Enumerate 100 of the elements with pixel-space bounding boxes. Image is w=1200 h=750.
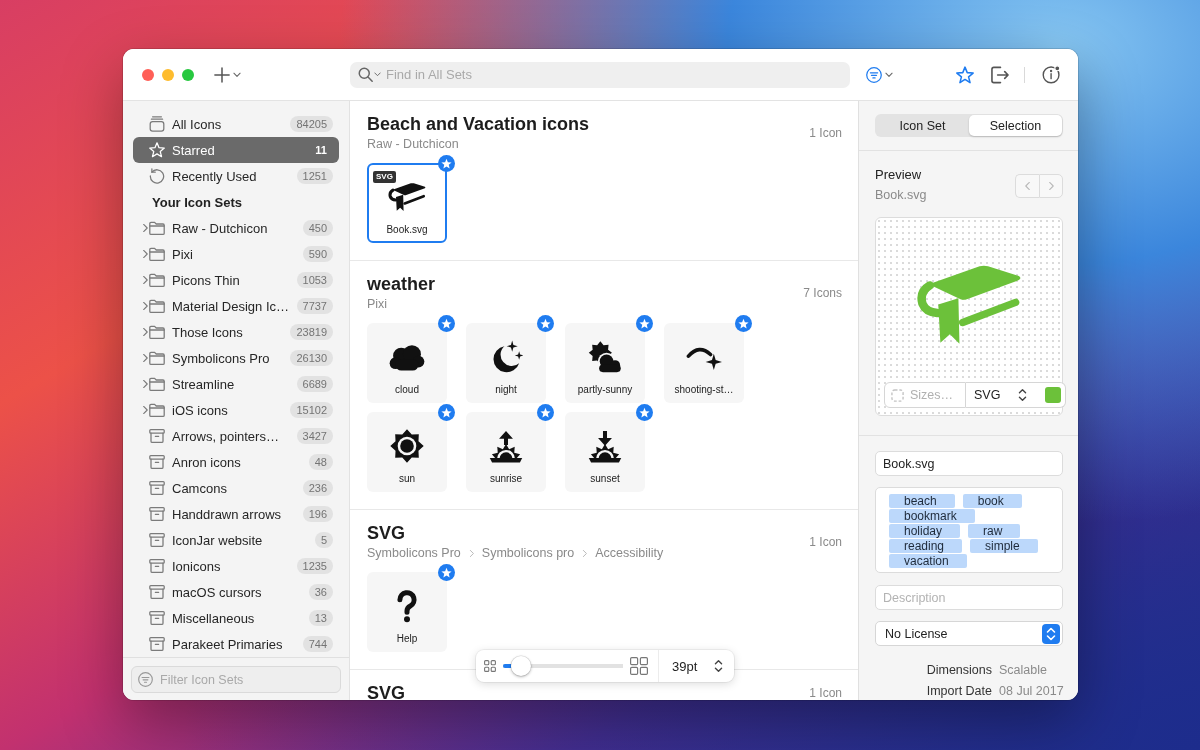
item-count: 6689 [296, 376, 333, 392]
history-icon [149, 168, 165, 184]
section-heading: Your Icon Sets [151, 193, 244, 212]
sidebar-item[interactable]: Recently Used 1251 [133, 163, 339, 189]
icon-count: 1 Icon [809, 686, 842, 700]
info-button[interactable] [1042, 65, 1061, 84]
sidebar-item[interactable]: Arrows, pointers… 3427 [133, 423, 339, 449]
description-field[interactable]: Description [875, 585, 1063, 610]
icon-tile[interactable]: cloud [367, 323, 447, 403]
chevron-right-icon [141, 406, 149, 414]
info-label: Import Date [925, 683, 992, 699]
tag: beach [889, 494, 955, 508]
stepper-icon [714, 659, 724, 673]
archive-box-icon [149, 454, 165, 470]
icon-tile[interactable]: shooting-st… [664, 323, 744, 403]
name-field[interactable]: Book.svg [875, 451, 1063, 476]
section-title: SVG [367, 682, 405, 700]
filter-button[interactable] [866, 66, 893, 83]
sidebar-item[interactable]: Material Design Ic… 7737 [133, 293, 339, 319]
icon-tile[interactable]: partly-sunny [565, 323, 645, 403]
filter-field[interactable]: Filter Icon Sets [131, 666, 341, 693]
chevron-right-icon [141, 276, 149, 284]
sidebar-item[interactable]: Streamline 6689 [133, 371, 339, 397]
section-title: weather [367, 273, 436, 295]
sidebar-item[interactable]: Miscellaneous 13 [133, 605, 339, 631]
icon-tile[interactable]: night [466, 323, 546, 403]
slider-thumb[interactable] [511, 656, 531, 676]
icon-tile[interactable]: Help [367, 572, 447, 652]
plus-icon [214, 66, 230, 83]
chevron-right-icon [141, 250, 149, 258]
item-count: 744 [302, 636, 333, 652]
filter-icon [138, 672, 153, 687]
archive-box-icon [149, 506, 165, 522]
icon-tile[interactable]: sunset [565, 412, 645, 492]
item-count: 48 [308, 454, 333, 470]
minimize-button[interactable] [162, 68, 174, 81]
folder-icon [149, 376, 165, 392]
item-count: 7737 [296, 298, 333, 314]
item-count: 26130 [290, 350, 333, 366]
sizes-field[interactable]: Sizes… [884, 382, 966, 408]
license-select[interactable]: No License [875, 621, 1063, 646]
export-icon [991, 65, 1009, 84]
star-icon [956, 65, 974, 84]
export-button[interactable] [991, 65, 1009, 84]
sidebar-item[interactable]: iOS icons 15102 [133, 397, 339, 423]
dashed-square-icon [891, 388, 904, 402]
sidebar-item[interactable]: Anron icons 48 [133, 449, 339, 475]
info-value: Scalable [999, 662, 1048, 678]
sidebar-item[interactable]: Pixi 590 [133, 241, 339, 267]
set-path: Raw - Dutchicon [367, 136, 459, 152]
chevron-right-icon [141, 302, 149, 310]
star-icon [149, 142, 165, 158]
sidebar-item[interactable]: Parakeet Primaries 744 [133, 631, 339, 657]
item-count: 196 [302, 506, 333, 522]
sidebar-item[interactable]: Picons Thin 1053 [133, 267, 339, 293]
folder-icon [149, 298, 165, 314]
folder-icon [149, 220, 165, 236]
archive-box-icon [149, 480, 165, 496]
search-field[interactable]: Find in All Sets [350, 61, 850, 88]
sidebar-item[interactable]: Ionicons 1235 [133, 553, 339, 579]
sidebar-item[interactable]: Symbolicons Pro 26130 [133, 345, 339, 371]
tab[interactable]: Icon Set [876, 115, 969, 136]
sidebar-item[interactable]: Raw - Dutchicon 450 [133, 215, 339, 241]
item-count: 1251 [296, 168, 333, 184]
maximize-button[interactable] [182, 68, 194, 81]
stack-icon [149, 116, 165, 132]
sidebar-item[interactable]: Camcons 236 [133, 475, 339, 501]
tag: simple [970, 539, 1038, 553]
book-icon [388, 182, 426, 212]
chevron-right-icon [141, 328, 149, 336]
tag: bookmark [889, 509, 975, 523]
large-grid-icon [630, 657, 648, 675]
icon-tile[interactable]: sunrise [466, 412, 546, 492]
tag: vacation [889, 554, 967, 568]
item-count: 236 [302, 480, 333, 496]
size-stepper[interactable]: 39pt [659, 658, 724, 674]
archive-box-icon [149, 610, 165, 626]
sidebar-item[interactable]: macOS cursors 36 [133, 579, 339, 605]
tag: reading [889, 539, 963, 553]
sidebar-item[interactable]: Starred 11 [133, 137, 339, 163]
format-select[interactable]: SVG [966, 382, 1067, 408]
item-count: 13 [308, 610, 333, 626]
sidebar-item[interactable]: Handdrawn arrows 196 [133, 501, 339, 527]
chevron-down-icon [233, 70, 241, 79]
archive-box-icon [149, 558, 165, 574]
icon-tile[interactable]: sun [367, 412, 447, 492]
tags-field[interactable]: beach book bookmark holiday raw reading simple vacation [875, 487, 1063, 573]
sidebar-item[interactable]: Those Icons 23819 [133, 319, 339, 345]
stepper-icon [1018, 388, 1028, 402]
star-button[interactable] [956, 65, 974, 84]
chevron-down-icon [374, 71, 381, 78]
icon-count: 1 Icon [809, 534, 842, 549]
sidebar-item[interactable]: All Icons 84205 [133, 111, 339, 137]
close-button[interactable] [142, 68, 154, 81]
set-path: Symbolicons Pro [367, 545, 461, 561]
tab[interactable]: Selection [969, 115, 1062, 136]
sidebar-item[interactable]: IconJar website 5 [133, 527, 339, 553]
sunrise-icon [489, 429, 523, 463]
folder-icon [149, 324, 165, 340]
add-button[interactable] [214, 66, 241, 83]
